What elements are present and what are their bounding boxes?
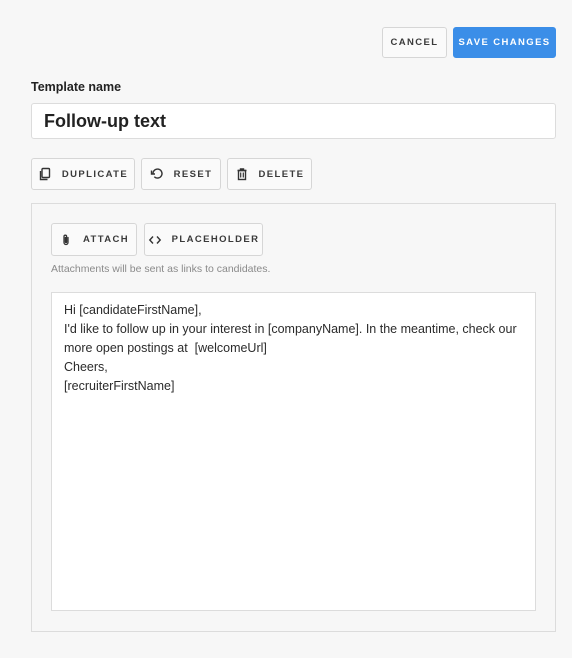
delete-button[interactable]: DELETE — [227, 158, 312, 190]
duplicate-button[interactable]: DUPLICATE — [31, 158, 135, 190]
template-name-label: Template name — [31, 80, 122, 94]
delete-button-label: DELETE — [258, 168, 305, 180]
cancel-button[interactable]: CANCEL — [382, 27, 447, 58]
duplicate-button-label: DUPLICATE — [61, 168, 129, 180]
code-icon — [148, 233, 162, 247]
trash-icon — [235, 167, 249, 181]
message-line: I'd like to follow up in your interest i… — [64, 322, 517, 336]
message-line: more open postings at [welcomeUrl] — [64, 341, 267, 355]
cancel-button-label: CANCEL — [390, 37, 439, 48]
template-editor-page: CANCEL SAVE CHANGES Template name Follow… — [0, 0, 572, 658]
copy-icon — [38, 167, 52, 181]
save-changes-button[interactable]: SAVE CHANGES — [453, 27, 556, 58]
reset-button-label: RESET — [173, 168, 213, 180]
undo-icon — [150, 167, 164, 181]
message-line: [recruiterFirstName] — [64, 379, 175, 393]
message-body-textarea[interactable]: Hi [candidateFirstName], I'd like to fol… — [51, 292, 536, 611]
placeholder-button-label: PLACEHOLDER — [171, 234, 260, 245]
attach-button-label: ATTACH — [82, 234, 130, 245]
paperclip-icon — [59, 233, 73, 247]
attachments-hint: Attachments will be sent as links to can… — [51, 263, 271, 275]
reset-button[interactable]: RESET — [141, 158, 221, 190]
template-name-value: Follow-up text — [44, 110, 166, 131]
template-name-input[interactable]: Follow-up text — [31, 103, 556, 139]
placeholder-button[interactable]: PLACEHOLDER — [144, 223, 263, 256]
message-line: Hi [candidateFirstName], — [64, 303, 202, 317]
save-changes-button-label: SAVE CHANGES — [458, 37, 551, 48]
message-line: Cheers, — [64, 360, 108, 374]
attach-button[interactable]: ATTACH — [51, 223, 137, 256]
